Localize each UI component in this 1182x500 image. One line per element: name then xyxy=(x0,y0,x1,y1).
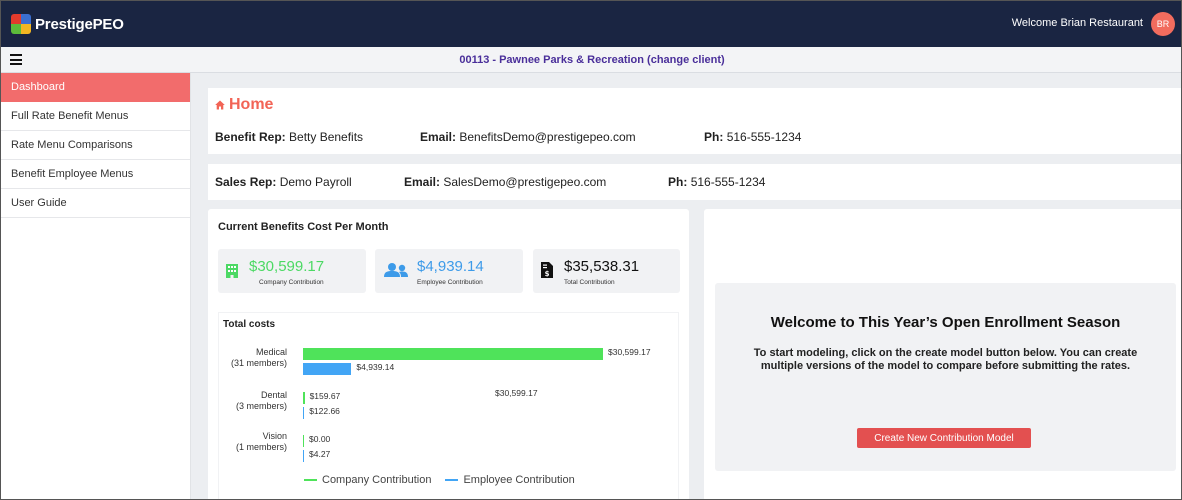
benefit-rep-label: Benefit Rep: xyxy=(215,130,286,144)
chart-data-label: $159.67 xyxy=(309,391,341,401)
sidebar-item-benefit-employee-menus[interactable]: Benefit Employee Menus xyxy=(1,160,190,189)
chart-data-label: $4,939.14 xyxy=(356,362,395,372)
sales-email-label: Email: xyxy=(404,175,441,189)
company-contribution-stat: $30,599.17 Company Contribution xyxy=(218,249,366,293)
welcome-user-text: Welcome Brian Restaurant xyxy=(1011,17,1143,29)
sidebar: Dashboard Full Rate Benefit Menus Rate M… xyxy=(1,73,191,499)
legend-item-company[interactable]: Company Contribution xyxy=(304,474,431,486)
category-members: (1 members) xyxy=(235,442,287,452)
sidebar-item-dashboard[interactable]: Dashboard xyxy=(1,73,190,102)
chart-bar-dental-company[interactable] xyxy=(303,392,305,404)
total-contribution-amount: $35,538.31 xyxy=(564,258,640,275)
client-bar: 00113 - Pawnee Parks & Recreation (chang… xyxy=(1,47,1181,73)
category-name: Dental xyxy=(260,390,287,400)
chart-bar-dental-employee[interactable] xyxy=(303,407,305,419)
legend-swatch xyxy=(304,479,317,481)
chart-data-label: $0.00 xyxy=(309,434,331,444)
benefit-email-info: Email: BenefitsDemo@prestigepeo.com xyxy=(420,130,636,144)
logo-text: PrestigePEO xyxy=(35,15,124,33)
total-costs-chart: Total costs Medical (31 members) Dental … xyxy=(218,312,679,499)
category-name: Vision xyxy=(262,431,287,441)
benefits-cost-card: Current Benefits Cost Per Month $30,599.… xyxy=(208,209,689,499)
total-contribution-label: Total Contribution xyxy=(564,279,615,286)
sidebar-item-full-rate-benefit-menus[interactable]: Full Rate Benefit Menus xyxy=(1,102,190,131)
company-contribution-label: Company Contribution xyxy=(259,279,324,286)
employee-contribution-label: Employee Contribution xyxy=(417,279,483,286)
legend-swatch xyxy=(445,479,459,481)
sales-phone-label: Ph: xyxy=(668,175,688,189)
benefit-rep-info: Benefit Rep: Betty Benefits xyxy=(215,130,363,144)
employee-contribution-stat: $4,939.14 Employee Contribution xyxy=(375,249,523,293)
page-title: Home xyxy=(215,96,273,114)
logo[interactable]: PrestigePEO xyxy=(11,14,124,34)
benefit-rep-panel: Home Benefit Rep: Betty Benefits Email: … xyxy=(208,88,1181,154)
sidebar-item-user-guide[interactable]: User Guide xyxy=(1,189,190,218)
client-title-link[interactable]: 00113 - Pawnee Parks & Recreation (chang… xyxy=(1,54,1181,66)
sales-phone-value: 516-555-1234 xyxy=(690,175,766,189)
chart-bar-medical-employee[interactable] xyxy=(303,363,352,375)
users-icon xyxy=(384,263,408,277)
legend-label: Employee Contribution xyxy=(463,474,575,486)
chart-category-label-vision: Vision (1 members) xyxy=(236,431,287,453)
sales-phone-info: Ph: 516-555-1234 xyxy=(668,175,765,189)
benefit-phone-info: Ph: 516-555-1234 xyxy=(704,130,801,144)
cost-card-title: Current Benefits Cost Per Month xyxy=(218,221,389,233)
chart-category-label-medical: Medical (31 members) xyxy=(231,347,287,369)
enrollment-panel: Welcome to This Year’s Open Enrollment S… xyxy=(715,283,1176,471)
home-icon xyxy=(215,100,225,110)
svg-text:$: $ xyxy=(545,270,550,278)
total-contribution-stat: $ $35,538.31 Total Contribution xyxy=(533,249,680,293)
app-frame: PrestigePEO Welcome Brian Restaurant BR … xyxy=(0,0,1182,500)
chart-annotation: $30,599.17 xyxy=(495,388,538,398)
chart-legend: Company Contribution Employee Contributi… xyxy=(304,474,589,486)
category-members: (31 members) xyxy=(230,358,287,368)
benefit-phone-value: 516-555-1234 xyxy=(726,130,802,144)
chart-bar-vision-employee[interactable] xyxy=(303,450,304,462)
category-name: Medical xyxy=(255,347,287,357)
logo-mark-icon xyxy=(11,14,31,34)
page-title-text: Home xyxy=(229,96,274,113)
employee-contribution-amount: $4,939.14 xyxy=(417,258,484,275)
legend-item-employee[interactable]: Employee Contribution xyxy=(445,474,575,486)
benefit-email-value[interactable]: BenefitsDemo@prestigepeo.com xyxy=(459,130,635,144)
enrollment-card: Welcome to This Year’s Open Enrollment S… xyxy=(704,209,1181,499)
company-contribution-amount: $30,599.17 xyxy=(249,258,325,275)
invoice-icon: $ xyxy=(541,262,553,278)
benefit-email-label: Email: xyxy=(420,130,457,144)
building-icon xyxy=(226,264,238,278)
chart-data-label: $30,599.17 xyxy=(608,347,651,357)
sales-rep-info: Sales Rep: Demo Payroll xyxy=(215,175,352,189)
legend-label: Company Contribution xyxy=(322,474,432,486)
avatar[interactable]: BR xyxy=(1151,12,1175,36)
enrollment-text: To start modeling, click on the create m… xyxy=(753,347,1138,372)
create-contribution-model-button[interactable]: Create New Contribution Model xyxy=(857,428,1031,448)
chart-category-label-dental: Dental (3 members) xyxy=(236,390,287,412)
benefit-rep-value: Betty Benefits xyxy=(289,130,364,144)
sales-rep-panel: Sales Rep: Demo Payroll Email: SalesDemo… xyxy=(208,164,1181,200)
chart-title: Total costs xyxy=(223,319,276,330)
chart-bar-vision-company[interactable] xyxy=(303,435,304,447)
sales-rep-label: Sales Rep: xyxy=(215,175,277,189)
category-members: (3 members) xyxy=(235,401,287,411)
chart-bar-medical-company[interactable] xyxy=(303,348,603,360)
sidebar-item-rate-menu-comparisons[interactable]: Rate Menu Comparisons xyxy=(1,131,190,160)
benefit-phone-label: Ph: xyxy=(704,130,724,144)
enrollment-title: Welcome to This Year’s Open Enrollment S… xyxy=(770,314,1121,331)
sales-email-value[interactable]: SalesDemo@prestigepeo.com xyxy=(443,175,606,189)
sales-rep-value: Demo Payroll xyxy=(279,175,352,189)
top-bar: PrestigePEO Welcome Brian Restaurant BR xyxy=(1,1,1181,47)
chart-data-label: $122.66 xyxy=(309,406,340,416)
chart-data-label: $4.27 xyxy=(309,449,331,459)
sales-email-info: Email: SalesDemo@prestigepeo.com xyxy=(404,175,606,189)
